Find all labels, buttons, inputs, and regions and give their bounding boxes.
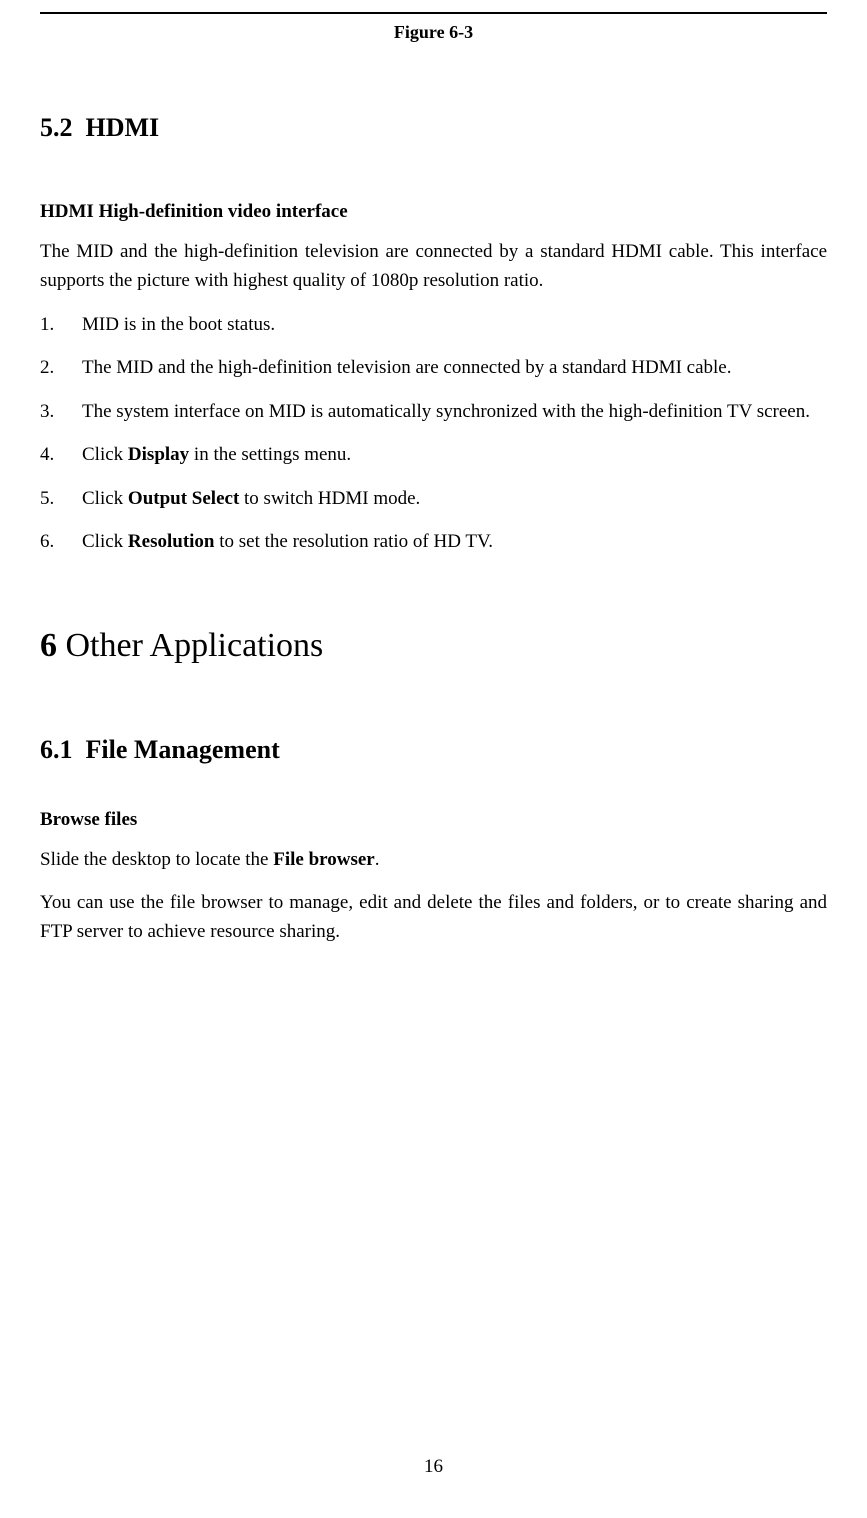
- list-item-number: 1.: [40, 310, 82, 339]
- chapter-6-title: Other Applications: [66, 627, 324, 664]
- section-5-2-number: 5.2: [40, 113, 73, 142]
- page-number: 16: [0, 1456, 867, 1478]
- list-item-prefix: Click: [82, 531, 128, 552]
- list-item-text: The system interface on MID is automatic…: [82, 397, 827, 426]
- section-6-1-number: 6.1: [40, 735, 73, 764]
- list-item: 2. The MID and the high-definition telev…: [40, 353, 827, 382]
- file-mgmt-para1: Slide the desktop to locate the File bro…: [40, 845, 827, 874]
- page-content: Figure 6-3 5.2 HDMI HDMI High-definition…: [0, 12, 867, 947]
- list-item: 3. The system interface on MID is automa…: [40, 397, 827, 426]
- list-item: 5. Click Output Select to switch HDMI mo…: [40, 484, 827, 513]
- section-6-1-heading: 6.1 File Management: [40, 735, 827, 765]
- para1-prefix: Slide the desktop to locate the: [40, 849, 273, 870]
- list-item-bold: Display: [128, 444, 189, 465]
- list-item-text: The MID and the high-definition televisi…: [82, 353, 827, 382]
- list-item-prefix: Click: [82, 444, 128, 465]
- browse-files-subheading: Browse files: [40, 809, 827, 831]
- para1-suffix: .: [375, 849, 380, 870]
- list-item: 1. MID is in the boot status.: [40, 310, 827, 339]
- list-item-text: Click Output Select to switch HDMI mode.: [82, 484, 827, 513]
- chapter-6-heading: 6 Other Applications: [40, 627, 827, 665]
- list-item-number: 3.: [40, 397, 82, 426]
- para1-bold: File browser: [273, 849, 375, 870]
- list-item-text: Click Display in the settings menu.: [82, 440, 827, 469]
- list-item: 6. Click Resolution to set the resolutio…: [40, 527, 827, 556]
- figure-caption: Figure 6-3: [40, 22, 827, 43]
- hdmi-subheading: HDMI High-definition video interface: [40, 201, 827, 223]
- page-top-rule: [40, 12, 827, 14]
- list-item-suffix: to set the resolution ratio of HD TV.: [215, 531, 493, 552]
- list-item-number: 4.: [40, 440, 82, 469]
- list-item: 4. Click Display in the settings menu.: [40, 440, 827, 469]
- list-item-number: 2.: [40, 353, 82, 382]
- chapter-6-number: 6: [40, 627, 57, 664]
- list-item-bold: Output Select: [128, 488, 239, 509]
- list-item-number: 5.: [40, 484, 82, 513]
- list-item-suffix: in the settings menu.: [189, 444, 351, 465]
- hdmi-intro: The MID and the high-definition televisi…: [40, 237, 827, 296]
- list-item-prefix: Click: [82, 488, 128, 509]
- file-mgmt-para2: You can use the file browser to manage, …: [40, 888, 827, 947]
- list-item-bold: Resolution: [128, 531, 215, 552]
- hdmi-steps-list: 1. MID is in the boot status. 2. The MID…: [40, 310, 827, 557]
- list-item-text: MID is in the boot status.: [82, 310, 827, 339]
- section-6-1-title: File Management: [86, 735, 280, 764]
- list-item-text: Click Resolution to set the resolution r…: [82, 527, 827, 556]
- list-item-number: 6.: [40, 527, 82, 556]
- list-item-suffix: to switch HDMI mode.: [239, 488, 420, 509]
- section-5-2-title: HDMI: [86, 113, 160, 142]
- section-5-2-heading: 5.2 HDMI: [40, 113, 827, 143]
